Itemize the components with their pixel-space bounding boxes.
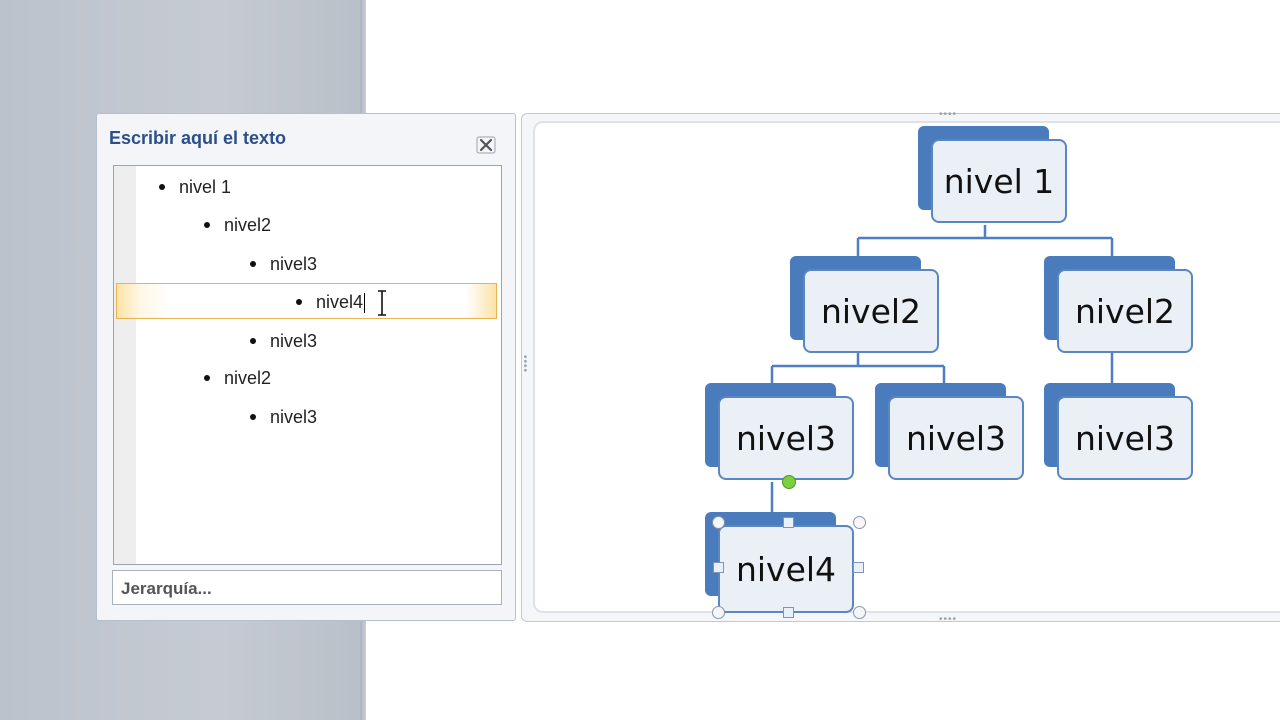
connector-lines — [770, 225, 1114, 512]
resize-handle-top-right[interactable] — [853, 516, 866, 529]
node-label: nivel2 — [820, 291, 922, 331]
node-box[interactable]: nivel3 — [888, 396, 1024, 480]
node-label: nivel2 — [1074, 291, 1176, 331]
node-box[interactable]: nivel3 — [718, 396, 854, 480]
node-box[interactable]: nivel2 — [1057, 269, 1193, 353]
resize-handle-top[interactable] — [783, 517, 794, 528]
node-label: nivel3 — [905, 418, 1007, 458]
node-label: nivel 1 — [943, 161, 1055, 201]
resize-handle-bottom[interactable] — [783, 607, 794, 618]
resize-handle-left[interactable] — [713, 562, 724, 573]
rotate-handle-icon[interactable] — [782, 475, 796, 489]
resize-handle-top-left[interactable] — [712, 516, 725, 529]
node-label: nivel3 — [1074, 418, 1176, 458]
node-label: nivel4 — [735, 549, 837, 589]
node-box[interactable]: nivel4 — [718, 525, 854, 613]
resize-handle-bottom-right[interactable] — [853, 606, 866, 619]
node-box[interactable]: nivel 1 — [931, 139, 1067, 223]
node-box[interactable]: nivel2 — [803, 269, 939, 353]
resize-handle-right[interactable] — [853, 562, 864, 573]
resize-handle-bottom-left[interactable] — [712, 606, 725, 619]
node-box[interactable]: nivel3 — [1057, 396, 1193, 480]
node-label: nivel3 — [735, 418, 837, 458]
